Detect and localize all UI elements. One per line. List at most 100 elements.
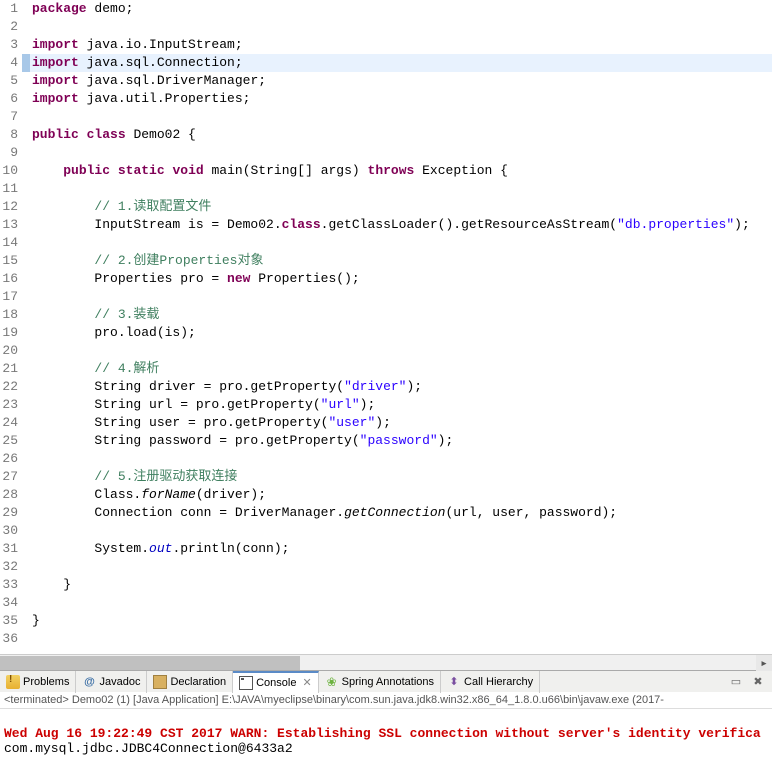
code-content[interactable]: Properties pro = new Properties(); <box>30 270 772 288</box>
code-content[interactable] <box>30 144 772 162</box>
code-line[interactable]: 16 Properties pro = new Properties(); <box>0 270 772 288</box>
line-number: 6 <box>0 90 22 108</box>
code-line[interactable]: 30 <box>0 522 772 540</box>
declaration-icon <box>153 675 167 689</box>
code-content[interactable] <box>30 594 772 612</box>
code-line[interactable]: 6 import java.util.Properties; <box>0 90 772 108</box>
code-line[interactable]: 26 <box>0 450 772 468</box>
code-content[interactable]: package demo; <box>30 0 772 18</box>
code-content[interactable] <box>30 522 772 540</box>
code-content[interactable]: // 1.读取配置文件 <box>30 198 772 216</box>
scrollbar-right-arrow[interactable]: ▸ <box>756 655 772 671</box>
line-number: 25 <box>0 432 22 450</box>
console-icon <box>239 676 253 690</box>
code-content[interactable] <box>30 450 772 468</box>
code-line[interactable]: 4import java.sql.Connection; <box>0 54 772 72</box>
code-content[interactable] <box>30 234 772 252</box>
code-line[interactable]: 32 <box>0 558 772 576</box>
code-line[interactable]: 14 <box>0 234 772 252</box>
code-line[interactable]: 35} <box>0 612 772 630</box>
tab-declaration[interactable]: Declaration <box>147 671 233 693</box>
gutter-marker <box>22 540 30 558</box>
code-content[interactable]: // 5.注册驱动获取连接 <box>30 468 772 486</box>
code-content[interactable]: import java.sql.Connection; <box>30 54 772 72</box>
code-line[interactable]: 15 // 2.创建Properties对象 <box>0 252 772 270</box>
code-content[interactable]: public static void main(String[] args) t… <box>30 162 772 180</box>
code-content[interactable]: // 3.装载 <box>30 306 772 324</box>
code-line[interactable]: 22 String driver = pro.getProperty("driv… <box>0 378 772 396</box>
code-content[interactable]: String driver = pro.getProperty("driver"… <box>30 378 772 396</box>
code-content[interactable]: // 2.创建Properties对象 <box>30 252 772 270</box>
tab-call-hierarchy[interactable]: ⬍ Call Hierarchy <box>441 671 540 693</box>
tab-console[interactable]: Console ✕ <box>233 671 319 693</box>
code-editor[interactable]: 1package demo;23import java.io.InputStre… <box>0 0 772 654</box>
code-line[interactable]: 10 public static void main(String[] args… <box>0 162 772 180</box>
code-content[interactable] <box>30 342 772 360</box>
tab-label: Console <box>256 677 296 689</box>
tab-javadoc[interactable]: @ Javadoc <box>76 671 147 693</box>
code-line[interactable]: 7 <box>0 108 772 126</box>
code-line[interactable]: 33 } <box>0 576 772 594</box>
code-line[interactable]: 27 // 5.注册驱动获取连接 <box>0 468 772 486</box>
code-content[interactable]: public class Demo02 { <box>30 126 772 144</box>
code-content[interactable] <box>30 630 772 648</box>
code-line[interactable]: 36 <box>0 630 772 648</box>
code-line[interactable]: 34 <box>0 594 772 612</box>
gutter-marker <box>22 180 30 198</box>
code-content[interactable] <box>30 558 772 576</box>
code-content[interactable] <box>30 180 772 198</box>
code-line[interactable]: 8public class Demo02 { <box>0 126 772 144</box>
code-content[interactable] <box>30 18 772 36</box>
code-content[interactable]: String password = pro.getProperty("passw… <box>30 432 772 450</box>
scrollbar-thumb[interactable] <box>0 656 300 670</box>
code-line[interactable]: 23 String url = pro.getProperty("url"); <box>0 396 772 414</box>
code-line[interactable]: 31 System.out.println(conn); <box>0 540 772 558</box>
code-line[interactable]: 9 <box>0 144 772 162</box>
close-icon[interactable]: ✕ <box>302 676 311 689</box>
tab-problems[interactable]: Problems <box>0 671 76 693</box>
code-line[interactable]: 5import java.sql.DriverManager; <box>0 72 772 90</box>
code-line[interactable]: 25 String password = pro.getProperty("pa… <box>0 432 772 450</box>
code-line[interactable]: 20 <box>0 342 772 360</box>
code-content[interactable]: // 4.解析 <box>30 360 772 378</box>
code-content[interactable]: } <box>30 612 772 630</box>
code-content[interactable]: System.out.println(conn); <box>30 540 772 558</box>
code-line[interactable]: 3import java.io.InputStream; <box>0 36 772 54</box>
code-content[interactable]: import java.util.Properties; <box>30 90 772 108</box>
code-line[interactable]: 17 <box>0 288 772 306</box>
code-line[interactable]: 2 <box>0 18 772 36</box>
console-output[interactable]: Wed Aug 16 19:22:49 CST 2017 WARN: Estab… <box>0 709 772 758</box>
gutter-marker <box>22 306 30 324</box>
code-content[interactable] <box>30 288 772 306</box>
code-content[interactable]: pro.load(is); <box>30 324 772 342</box>
code-line[interactable]: 21 // 4.解析 <box>0 360 772 378</box>
code-line[interactable]: 29 Connection conn = DriverManager.getCo… <box>0 504 772 522</box>
code-line[interactable]: 11 <box>0 180 772 198</box>
gutter-marker <box>22 18 30 36</box>
close-panel-button[interactable]: ✖ <box>750 674 766 690</box>
horizontal-scrollbar[interactable]: ▸ <box>0 654 772 670</box>
code-content[interactable] <box>30 108 772 126</box>
code-line[interactable]: 24 String user = pro.getProperty("user")… <box>0 414 772 432</box>
line-number: 23 <box>0 396 22 414</box>
code-content[interactable]: InputStream is = Demo02.class.getClassLo… <box>30 216 772 234</box>
code-line[interactable]: 28 Class.forName(driver); <box>0 486 772 504</box>
minimize-panel-button[interactable]: ▭ <box>728 674 744 690</box>
tab-spring-annotations[interactable]: ❀ Spring Annotations <box>319 671 441 693</box>
code-content[interactable]: String user = pro.getProperty("user"); <box>30 414 772 432</box>
code-content[interactable]: import java.io.InputStream; <box>30 36 772 54</box>
code-line[interactable]: 1package demo; <box>0 0 772 18</box>
code-line[interactable]: 19 pro.load(is); <box>0 324 772 342</box>
line-number: 18 <box>0 306 22 324</box>
code-content[interactable]: Class.forName(driver); <box>30 486 772 504</box>
code-content[interactable]: Connection conn = DriverManager.getConne… <box>30 504 772 522</box>
gutter-marker <box>22 414 30 432</box>
line-number: 27 <box>0 468 22 486</box>
code-line[interactable]: 13 InputStream is = Demo02.class.getClas… <box>0 216 772 234</box>
code-content[interactable]: import java.sql.DriverManager; <box>30 72 772 90</box>
bottom-panel-tabs: Problems @ Javadoc Declaration Console ✕… <box>0 670 772 692</box>
code-content[interactable]: String url = pro.getProperty("url"); <box>30 396 772 414</box>
code-content[interactable]: } <box>30 576 772 594</box>
code-line[interactable]: 12 // 1.读取配置文件 <box>0 198 772 216</box>
code-line[interactable]: 18 // 3.装载 <box>0 306 772 324</box>
